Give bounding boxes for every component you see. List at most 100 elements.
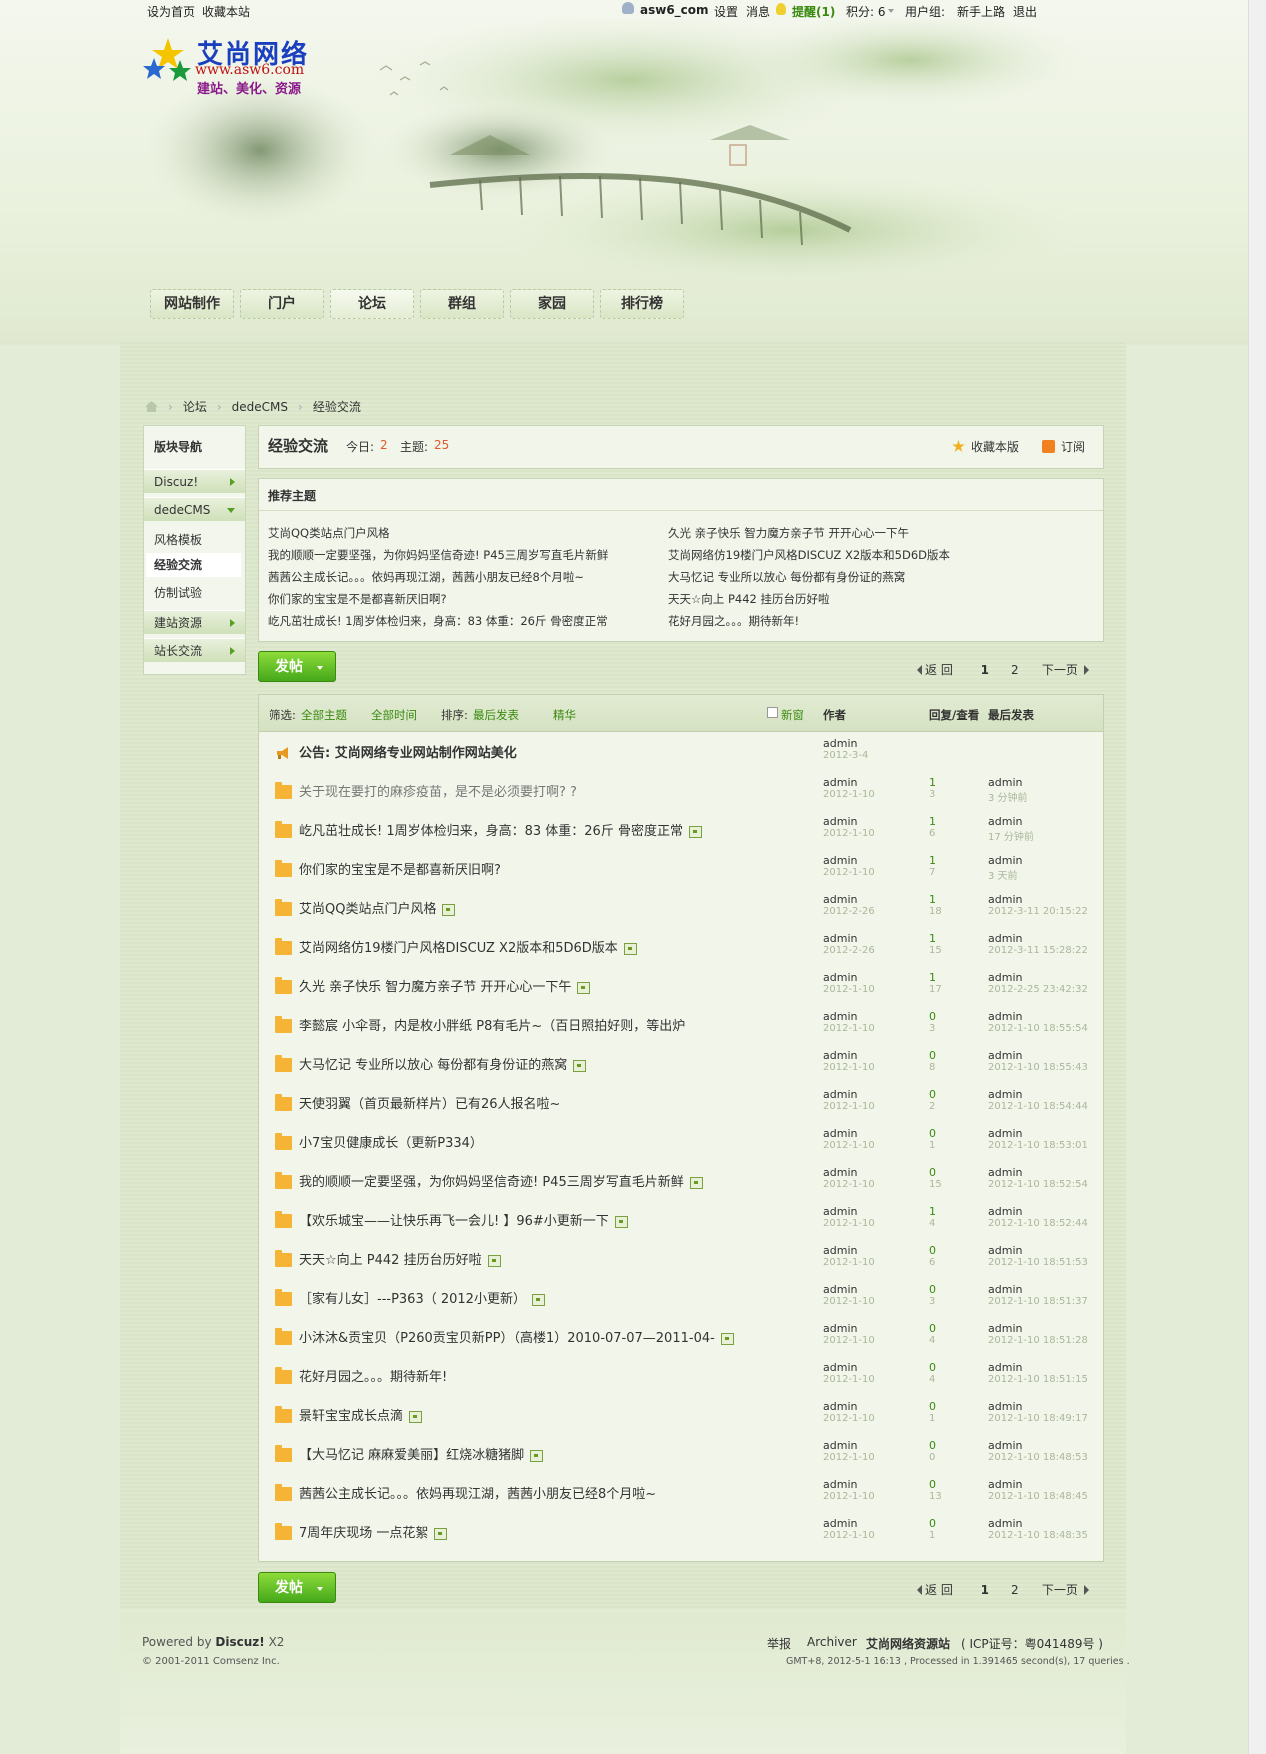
nav-website-making[interactable]: 网站制作 — [150, 289, 234, 319]
thread-subject[interactable]: 天使羽翼（首页最新样片）已有26人报名啦~ — [299, 1093, 560, 1112]
last-post-user[interactable]: admin — [988, 1322, 1022, 1335]
author-link[interactable]: admin — [823, 1010, 857, 1023]
author-link[interactable]: admin — [823, 1322, 857, 1335]
nav-group[interactable]: 群组 — [420, 289, 504, 319]
author-link[interactable]: admin — [823, 932, 857, 945]
last-post-user[interactable]: admin — [988, 971, 1022, 984]
last-post-time[interactable]: 2012-1-10 18:51:37 — [988, 1296, 1088, 1307]
thread-row[interactable]: 【欢乐城宝——让快乐再飞一会儿! 】96#小更新一下 admin 2012-1-10… — [259, 1201, 1103, 1240]
author-link[interactable]: admin — [823, 1205, 857, 1218]
next-page-link[interactable]: 下一页 — [1042, 1581, 1078, 1598]
thread-row[interactable]: 景轩宝宝成长点滴 admin 2012-1-10 0 1 admin 2012-1-10 1… — [259, 1396, 1103, 1435]
last-post-user[interactable]: admin — [988, 1244, 1022, 1257]
next-page-link[interactable]: 下一页 — [1042, 661, 1078, 678]
thread-subject[interactable]: 景轩宝宝成长点滴 — [299, 1405, 423, 1424]
recommended-item[interactable]: 我的顺顺一定要坚强，为你妈妈坚信奇迹! P45三周岁写直毛片新鲜 — [268, 547, 608, 563]
last-post-user[interactable]: admin — [988, 1517, 1022, 1530]
last-post-user[interactable]: admin — [988, 1010, 1022, 1023]
author-link[interactable]: admin — [823, 893, 857, 906]
thread-subject[interactable]: 艾尚网络仿19楼门户风格DISCUZ X2版本和5D6D版本 — [299, 937, 637, 956]
thread-subject[interactable]: 关于现在要打的麻疹疫苗，是不是必须要打啊? ? — [299, 781, 577, 800]
bookmark-site-link[interactable]: 收藏本站 — [202, 3, 250, 20]
last-post-user[interactable]: admin — [988, 932, 1022, 945]
archiver-link[interactable]: Archiver — [807, 1635, 857, 1649]
thread-row[interactable]: 艾尚网络仿19楼门户风格DISCUZ X2版本和5D6D版本 admin 2012-… — [259, 928, 1103, 967]
page-1[interactable]: 1 — [975, 1583, 995, 1597]
author-link[interactable]: admin — [823, 1049, 857, 1062]
sidebar-item-dedecms[interactable]: dedeCMS — [144, 497, 245, 521]
author-link[interactable]: admin — [823, 1361, 857, 1374]
set-homepage-link[interactable]: 设为首页 — [147, 3, 195, 20]
usergroup-link[interactable]: 新手上路 — [957, 3, 1005, 20]
last-post-user[interactable]: admin — [988, 854, 1022, 867]
thread-row[interactable]: ［家有儿女］---P363（ 2012小更新） admin 2012-1-10 0 3 a… — [259, 1279, 1103, 1318]
thread-row[interactable]: 久光 亲子快乐 智力魔方亲子节 开开心心一下午 admin 2012-1-10 1 17… — [259, 967, 1103, 1006]
last-post-time[interactable]: 17 分钟前 — [988, 828, 1034, 843]
last-post-time[interactable]: 3 天前 — [988, 867, 1018, 882]
last-post-time[interactable]: 2012-1-10 18:55:43 — [988, 1062, 1088, 1073]
author-link[interactable]: admin — [823, 815, 857, 828]
thread-row[interactable]: 你们家的宝宝是不是都喜新厌旧啊? admin 2012-1-10 1 7 admin 3 天… — [259, 850, 1103, 889]
thread-subject[interactable]: 李懿宸 小伞哥，内是枚小胖纸 P8有毛片~（百日照拍好则，等出炉 — [299, 1015, 685, 1034]
nav-portal[interactable]: 门户 — [240, 289, 324, 319]
last-post-time[interactable]: 2012-1-10 18:54:44 — [988, 1101, 1088, 1112]
author-link[interactable]: admin — [823, 1244, 857, 1257]
recommended-item[interactable]: 久光 亲子快乐 智力魔方亲子节 开开心心一下午 — [668, 525, 909, 541]
thread-subject[interactable]: 【欢乐城宝——让快乐再飞一会儿! 】96#小更新一下 — [299, 1210, 628, 1229]
thread-row[interactable]: 我的顺顺一定要坚强，为你妈妈坚信奇迹! P45三周岁写直毛片新鲜 admin 201… — [259, 1162, 1103, 1201]
last-post-time[interactable]: 2012-2-25 23:42:32 — [988, 984, 1088, 995]
last-post-user[interactable]: admin — [988, 1088, 1022, 1101]
author-link[interactable]: admin — [823, 737, 857, 750]
thread-subject[interactable]: 我的顺顺一定要坚强，为你妈妈坚信奇迹! P45三周岁写直毛片新鲜 — [299, 1171, 703, 1190]
last-post-user[interactable]: admin — [988, 893, 1022, 906]
last-post-user[interactable]: admin — [988, 1283, 1022, 1296]
favorite-forum-link[interactable]: 收藏本版 — [971, 438, 1019, 455]
page-2[interactable]: 2 — [1005, 663, 1025, 677]
thread-subject[interactable]: 天天☆向上 P442 挂历台历好啦 — [299, 1249, 501, 1268]
thread-subject[interactable]: 艾尚QQ类站点门户风格 — [299, 898, 456, 917]
recommended-item[interactable]: 茜茜公主成长记。。。依妈再现江湖，茜茜小朋友已经8个月啦~ — [268, 569, 584, 585]
recommended-item[interactable]: 艾尚网络仿19楼门户风格DISCUZ X2版本和5D6D版本 — [668, 547, 950, 563]
sidebar-item-webmaster[interactable]: 站长交流 — [144, 638, 245, 662]
author-link[interactable]: admin — [823, 1439, 857, 1452]
last-post-user[interactable]: admin — [988, 1166, 1022, 1179]
last-post-time[interactable]: 2012-1-10 18:52:44 — [988, 1218, 1088, 1229]
announcement-row[interactable]: 公告: 艾尚网络专业网站制作网站美化 admin 2012-3-4 — [259, 733, 1103, 772]
icp-number[interactable]: ( ICP证号：粤041489号 ) — [961, 1635, 1103, 1652]
thread-subject[interactable]: 你们家的宝宝是不是都喜新厌旧啊? — [299, 859, 501, 878]
thread-subject[interactable]: 屹凡茁壮成长! 1周岁体检归来，身高：83 体重：26斤 骨密度正常 — [299, 820, 702, 839]
thread-subject[interactable]: 小沐沐&贡宝贝（P260贡宝贝新PP）（高楼1）2010-07-07—2011-… — [299, 1327, 734, 1346]
announcement-subject[interactable]: 公告: 艾尚网络专业网站制作网站美化 — [299, 742, 517, 761]
back-link[interactable]: 返 回 — [925, 1581, 953, 1598]
thread-row[interactable]: 天天☆向上 P442 挂历台历好啦 admin 2012-1-10 0 6 admin 20… — [259, 1240, 1103, 1279]
last-post-user[interactable]: admin — [988, 1361, 1022, 1374]
last-post-user[interactable]: admin — [988, 1400, 1022, 1413]
back-link[interactable]: 返 回 — [925, 661, 953, 678]
report-link[interactable]: 举报 — [767, 1635, 791, 1652]
sidebar-sub-imitation[interactable]: 仿制试验 — [154, 584, 202, 601]
messages-link[interactable]: 消息 — [746, 3, 770, 20]
thread-row[interactable]: 大马忆记 专业所以放心 每份都有身份证的燕窝 admin 2012-1-10 0 8 ad… — [259, 1045, 1103, 1084]
sidebar-item-resources[interactable]: 建站资源 — [144, 610, 245, 634]
thread-subject[interactable]: 【大马忆记 麻麻爱美丽】红烧冰糖猪脚 — [299, 1444, 544, 1463]
home-icon[interactable] — [145, 401, 158, 412]
new-post-button[interactable]: 发帖 — [258, 651, 336, 682]
last-post-time[interactable]: 3 分钟前 — [988, 789, 1028, 804]
last-post-time[interactable]: 2012-1-10 18:52:54 — [988, 1179, 1088, 1190]
sidebar-item-discuz[interactable]: Discuz! — [144, 469, 245, 493]
nav-ranking[interactable]: 排行榜 — [600, 289, 684, 319]
thread-row[interactable]: 7周年庆现场 一点花絮 admin 2012-1-10 0 1 admin 2012-1-1… — [259, 1513, 1103, 1552]
author-link[interactable]: admin — [823, 1127, 857, 1140]
settings-link[interactable]: 设置 — [714, 3, 738, 20]
username-link[interactable]: asw6_com — [640, 3, 709, 17]
last-post-time[interactable]: 2012-3-11 20:15:22 — [988, 906, 1088, 917]
thread-row[interactable]: 小沐沐&贡宝贝（P260贡宝贝新PP）（高楼1）2010-07-07—2011-… — [259, 1318, 1103, 1357]
new-window-label[interactable]: 新窗 — [781, 707, 804, 723]
last-post-time[interactable]: 2012-1-10 18:51:15 — [988, 1374, 1088, 1385]
last-post-time[interactable]: 2012-1-10 18:53:01 — [988, 1140, 1088, 1151]
author-link[interactable]: admin — [823, 1517, 857, 1530]
breadcrumb-dedecms[interactable]: dedeCMS — [232, 400, 288, 414]
sidebar-sub-style-templates[interactable]: 风格模板 — [154, 531, 202, 548]
recommended-item[interactable]: 你们家的宝宝是不是都喜新厌旧啊? — [268, 591, 447, 607]
page-1[interactable]: 1 — [975, 663, 995, 677]
